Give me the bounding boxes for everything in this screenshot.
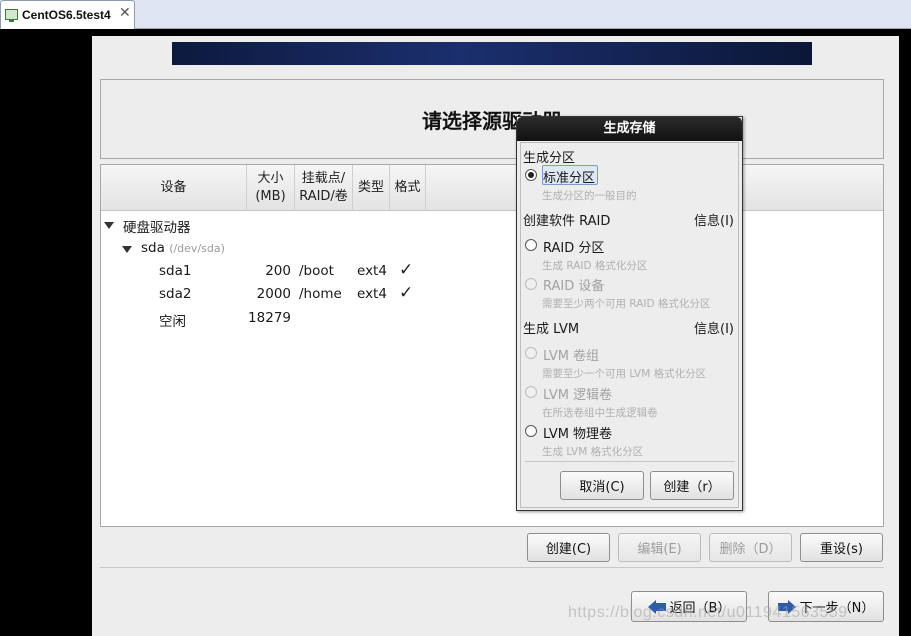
dialog-create-button[interactable]: 创建（r） (650, 471, 734, 500)
standard-partition-radio[interactable] (525, 169, 537, 181)
section-lvm-label: 生成 LVM (523, 322, 580, 337)
title-panel: 请选择源驱动器 (100, 79, 884, 159)
lvm-info-button[interactable]: 信息(I) (694, 318, 734, 337)
format-check-icon: ✓ (399, 283, 414, 303)
raid-partition-desc: 生成 RAID 格式化分区 (542, 260, 648, 272)
column-header-type[interactable]: 类型 (353, 165, 390, 211)
create-button[interactable]: 创建(C) (527, 533, 610, 562)
vm-tab[interactable]: CentOS6.5test4 ✕ (0, 0, 135, 29)
expander-arrow-icon[interactable] (104, 222, 114, 229)
divider (100, 567, 884, 568)
reset-button[interactable]: 重设(s) (800, 533, 883, 562)
table-header: 设备 大小 (MB) 挂载点/RAID/卷 类型 格式 (101, 165, 883, 211)
lvm-pv-radio[interactable] (525, 425, 537, 437)
close-icon[interactable]: ✕ (119, 5, 131, 21)
dialog-body: 生成分区 标准分区 生成分区的一般目的 创建软件 RAID 信息(I) RAID… (520, 142, 739, 508)
raid-device-radio[interactable] (525, 278, 537, 290)
column-header-format[interactable]: 格式 (390, 165, 426, 211)
section-partition-label: 生成分区 (523, 151, 576, 166)
raid-partition-label[interactable]: RAID 分区 (543, 237, 604, 256)
vm-tab-title: CentOS6.5test4 (22, 8, 111, 22)
vm-tab-bar: CentOS6.5test4 ✕ (0, 0, 911, 29)
table-row-mount: /home (299, 286, 342, 302)
table-row-device[interactable]: 空闲 (159, 310, 186, 330)
dialog-title[interactable]: 生成存储 (517, 117, 742, 141)
header-banner (172, 42, 812, 65)
raid-partition-radio[interactable] (525, 239, 537, 251)
section-raid-label: 创建软件 RAID (523, 214, 611, 229)
lvm-lv-label[interactable]: LVM 逻辑卷 (543, 384, 612, 403)
column-header-size[interactable]: 大小 (MB) (247, 165, 295, 211)
dialog-divider (525, 461, 735, 462)
lvm-vg-desc: 需要至少一个可用 LVM 格式化分区 (542, 368, 707, 380)
lvm-pv-label[interactable]: LVM 物理卷 (543, 423, 612, 442)
watermark: https://blog.csdn.net/u011941563559 (568, 604, 848, 621)
standard-partition-label[interactable]: 标准分区 (543, 167, 595, 186)
table-row-type: ext4 (357, 286, 387, 302)
raid-device-label[interactable]: RAID 设备 (543, 275, 604, 294)
table-row-device[interactable]: sda2 (159, 286, 191, 302)
column-header-mount[interactable]: 挂载点/RAID/卷 (295, 165, 353, 211)
create-storage-dialog: 生成存储 生成分区 标准分区 生成分区的一般目的 创建软件 RAID 信息(I)… (516, 116, 743, 511)
column-header-device[interactable]: 设备 (101, 165, 247, 211)
table-row-mount: /boot (299, 263, 334, 279)
standard-partition-desc: 生成分区的一般目的 (542, 190, 637, 202)
raid-info-button[interactable]: 信息(I) (694, 210, 734, 229)
delete-button[interactable]: 删除（D） (709, 533, 792, 562)
lvm-lv-radio[interactable] (525, 386, 537, 398)
lvm-lv-desc: 在所选卷组中生成逻辑卷 (542, 407, 658, 419)
table-row-size: 18279 (248, 310, 291, 326)
dialog-cancel-button[interactable]: 取消(C) (560, 471, 644, 500)
lvm-pv-desc: 生成 LVM 格式化分区 (542, 446, 644, 458)
table-row-size: 2000 (256, 286, 291, 302)
table-row-device[interactable]: sda1 (159, 263, 191, 279)
raid-device-desc: 需要至少两个可用 RAID 格式化分区 (542, 298, 711, 310)
page-title: 请选择源驱动器 (422, 109, 562, 133)
disk-path: (/dev/sda) (169, 242, 225, 255)
installer-window: 请选择源驱动器 设备 大小 (MB) 挂载点/RAID/卷 类型 格式 硬盘驱动器… (92, 36, 899, 636)
tree-group-label[interactable]: 硬盘驱动器 (123, 216, 191, 236)
edit-button[interactable]: 编辑(E) (618, 533, 701, 562)
format-check-icon: ✓ (399, 260, 414, 280)
disk-name[interactable]: sda (/dev/sda) (141, 240, 225, 256)
lvm-vg-label[interactable]: LVM 卷组 (543, 345, 599, 364)
device-table[interactable]: 设备 大小 (MB) 挂载点/RAID/卷 类型 格式 硬盘驱动器 sda (/d… (100, 164, 884, 527)
lvm-vg-radio[interactable] (525, 347, 537, 359)
table-row-size: 200 (265, 263, 291, 279)
expander-arrow-icon[interactable] (122, 246, 132, 253)
vm-monitor-icon (5, 9, 18, 22)
table-row-type: ext4 (357, 263, 387, 279)
